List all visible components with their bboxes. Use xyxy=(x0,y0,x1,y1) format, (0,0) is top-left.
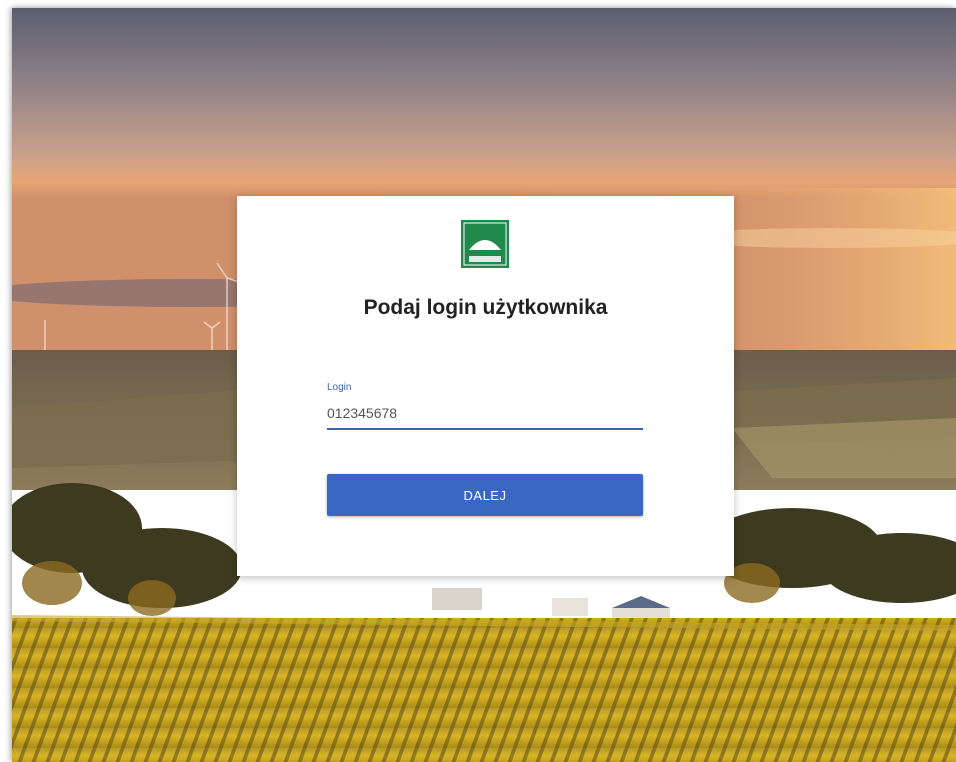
login-field-label: Login xyxy=(327,382,352,393)
next-button[interactable]: DALEJ xyxy=(327,474,643,516)
login-page: Podaj login użytkownika Login DALEJ xyxy=(12,8,956,762)
page-title: Podaj login użytkownika xyxy=(363,296,608,319)
login-input[interactable] xyxy=(327,398,643,430)
login-card: Podaj login użytkownika Login DALEJ xyxy=(237,196,734,576)
agency-logo-icon xyxy=(461,220,509,268)
